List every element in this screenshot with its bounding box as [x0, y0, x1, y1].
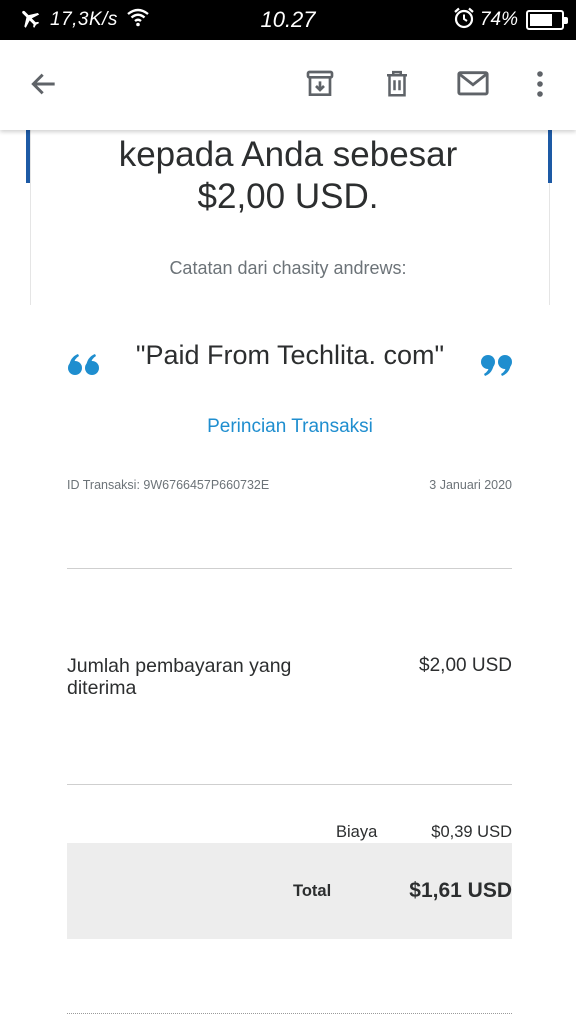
- battery-level: [530, 14, 552, 26]
- more-options-button[interactable]: [516, 62, 564, 110]
- archive-button[interactable]: [296, 62, 344, 110]
- fee-label: Biaya: [336, 823, 378, 841]
- back-arrow-icon: [28, 68, 60, 105]
- total-value: $1,61 USD: [409, 879, 512, 902]
- transaction-id: ID Transaksi: 9W6766457P660732E: [67, 478, 270, 492]
- app-toolbar: [0, 40, 576, 130]
- dotted-divider: [67, 1013, 512, 1014]
- close-quote-icon: [478, 352, 514, 378]
- card-accent-left: [26, 130, 30, 183]
- status-right: 74%: [452, 6, 568, 35]
- note-text: "Paid From Techlita. com": [135, 340, 445, 370]
- archive-icon: [304, 68, 336, 105]
- payment-headline: kepada Anda sebesar $2,00 USD.: [60, 134, 516, 218]
- card-accent-right: [548, 130, 552, 183]
- total-label: Total: [293, 882, 332, 900]
- delete-button[interactable]: [373, 62, 421, 110]
- received-amount-label: Jumlah pembayaran yang diterima: [67, 655, 292, 699]
- mark-unread-button[interactable]: [449, 62, 497, 110]
- open-quote-icon: [66, 352, 102, 378]
- transaction-details-link[interactable]: Perincian Transaksi: [150, 416, 430, 438]
- mail-icon: [456, 69, 490, 104]
- fee-value: $0,39 USD: [431, 823, 512, 841]
- divider: [67, 568, 512, 569]
- received-amount-value: $2,00 USD: [419, 655, 512, 676]
- back-button[interactable]: [20, 62, 68, 110]
- headline-line-1: kepada Anda sebesar: [118, 135, 458, 174]
- battery-percent: 74%: [479, 9, 518, 30]
- status-bar: 17,3K/s 10.27 74%: [0, 0, 576, 40]
- trash-icon: [382, 68, 412, 105]
- transaction-date: 3 Januari 2020: [429, 478, 512, 492]
- more-vert-icon: [535, 69, 545, 104]
- alarm-icon: [452, 6, 476, 35]
- battery-icon: [526, 10, 568, 30]
- headline-amount: $2,00 USD.: [197, 177, 379, 216]
- note-label: Catatan dari chasity andrews:: [169, 258, 407, 278]
- divider: [67, 784, 512, 785]
